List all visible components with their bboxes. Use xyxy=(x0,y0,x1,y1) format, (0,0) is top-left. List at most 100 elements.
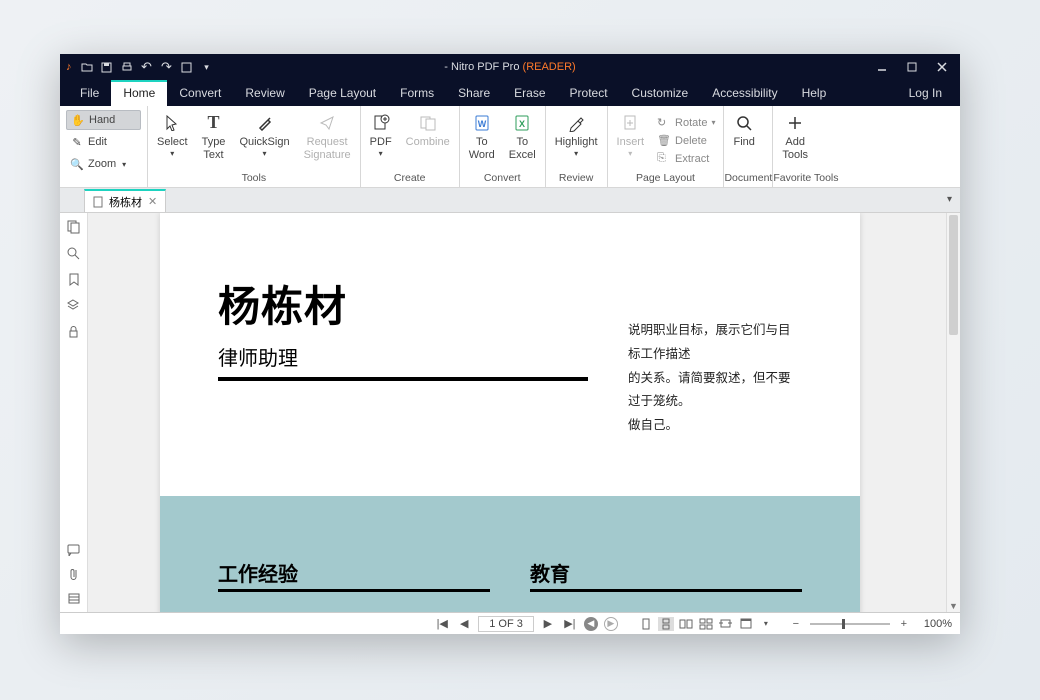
education-heading: 教育 xyxy=(530,558,802,592)
group-document: Find Document xyxy=(724,106,773,187)
nav-back-button[interactable]: ◀ xyxy=(584,617,598,631)
properties-icon[interactable] xyxy=(178,58,196,76)
search-panel-icon[interactable] xyxy=(66,245,82,261)
facing-view-icon[interactable] xyxy=(678,617,694,631)
scrollbar-thumb[interactable] xyxy=(949,215,958,335)
to-excel-button[interactable]: XTo Excel xyxy=(502,110,543,162)
menu-home[interactable]: Home xyxy=(111,80,167,106)
delete-icon: 🗑 xyxy=(657,134,671,147)
minimize-button[interactable] xyxy=(868,58,896,76)
group-create: PDF▾ Combine Create xyxy=(361,106,460,187)
tab-close-button[interactable]: ✕ xyxy=(148,195,157,208)
menu-file[interactable]: File xyxy=(68,80,111,106)
tab-dropdown-icon[interactable]: ▾ xyxy=(947,194,952,205)
next-page-button[interactable]: ▶ xyxy=(540,617,556,631)
menu-review[interactable]: Review xyxy=(233,80,296,106)
vertical-scrollbar[interactable]: ▲ ▼ xyxy=(946,213,960,612)
app-window: ♪ ↶ ↷ ▾ - Nitro PDF Pro (READER) File Ho… xyxy=(60,54,960,634)
print-icon[interactable] xyxy=(118,58,136,76)
menu-customize[interactable]: Customize xyxy=(620,80,701,106)
rotate-button[interactable]: ↻Rotate▾ xyxy=(657,114,715,131)
group-favorite: Add Tools Favorite Tools xyxy=(773,106,838,187)
insert-icon xyxy=(622,112,638,134)
output-panel-icon[interactable] xyxy=(66,590,82,606)
group-page-layout: Insert▾ ↻Rotate▾ 🗑Delete ⎘Extract Page L… xyxy=(608,106,725,187)
rotate-icon: ↻ xyxy=(657,116,671,129)
security-panel-icon[interactable] xyxy=(66,323,82,339)
document-tab[interactable]: 杨栋材 ✕ xyxy=(84,189,166,212)
layers-panel-icon[interactable] xyxy=(66,297,82,313)
typetext-button[interactable]: TType Text xyxy=(195,110,233,162)
svg-text:W: W xyxy=(478,119,487,129)
word-icon: W xyxy=(474,112,490,134)
continuous-view-icon[interactable] xyxy=(658,617,674,631)
menu-convert[interactable]: Convert xyxy=(167,80,233,106)
zoom-tool-button[interactable]: 🔍Zoom▾ xyxy=(66,154,141,174)
to-word-button[interactable]: WTo Word xyxy=(462,110,502,162)
title-bar: ♪ ↶ ↷ ▾ - Nitro PDF Pro (READER) xyxy=(60,54,960,80)
menu-page-layout[interactable]: Page Layout xyxy=(297,80,388,106)
pen-icon xyxy=(257,112,273,134)
menu-erase[interactable]: Erase xyxy=(502,80,557,106)
find-button[interactable]: Find xyxy=(726,110,761,149)
pdf-button[interactable]: PDF▾ xyxy=(363,110,399,159)
first-page-button[interactable]: |◀ xyxy=(434,617,450,631)
facing-continuous-view-icon[interactable] xyxy=(698,617,714,631)
highlight-button[interactable]: Highlight▾ xyxy=(548,110,605,159)
extract-button[interactable]: ⎘Extract xyxy=(657,150,715,167)
prev-page-button[interactable]: ◀ xyxy=(456,617,472,631)
group-convert: WTo Word XTo Excel Convert xyxy=(460,106,546,187)
edit-tool-button[interactable]: ✎Edit xyxy=(66,132,141,152)
fullscreen-icon[interactable] xyxy=(738,617,754,631)
group-label-pagelayout: Page Layout xyxy=(608,170,724,187)
zoom-icon: 🔍 xyxy=(70,158,84,171)
qat-dropdown-icon[interactable]: ▾ xyxy=(198,58,216,76)
last-page-button[interactable]: ▶| xyxy=(562,617,578,631)
open-icon[interactable] xyxy=(78,58,96,76)
delete-button[interactable]: 🗑Delete xyxy=(657,132,715,149)
maximize-button[interactable] xyxy=(898,58,926,76)
combine-button[interactable]: Combine xyxy=(399,110,457,149)
pdf-icon xyxy=(372,112,390,134)
excel-icon: X xyxy=(514,112,530,134)
close-button[interactable] xyxy=(928,58,956,76)
save-icon[interactable] xyxy=(98,58,116,76)
add-tools-button[interactable]: Add Tools xyxy=(775,110,815,162)
request-signature-button[interactable]: Request Signature xyxy=(297,110,358,162)
menu-help[interactable]: Help xyxy=(790,80,839,106)
zoom-in-button[interactable]: + xyxy=(896,617,912,631)
group-label-tools: Tools xyxy=(148,170,360,187)
fit-width-icon[interactable] xyxy=(718,617,734,631)
group-label-document: Document xyxy=(724,170,772,187)
menu-protect[interactable]: Protect xyxy=(558,80,620,106)
zoom-out-button[interactable]: − xyxy=(788,617,804,631)
login-link[interactable]: Log In xyxy=(899,86,952,100)
document-viewport[interactable]: 杨栋材 律师助理 说明职业目标，展示它们与目标工作描述 的关系。请简要叙述，但不… xyxy=(88,213,960,612)
experience-heading: 工作经验 xyxy=(218,558,490,592)
view-dropdown-icon[interactable]: ▾ xyxy=(758,617,774,631)
select-button[interactable]: Select▾ xyxy=(150,110,195,159)
resume-name: 杨栋材 xyxy=(218,273,588,334)
single-page-view-icon[interactable] xyxy=(638,617,654,631)
menu-accessibility[interactable]: Accessibility xyxy=(700,80,789,106)
insert-button[interactable]: Insert▾ xyxy=(610,110,652,159)
svg-text:X: X xyxy=(519,119,525,129)
comments-panel-icon[interactable] xyxy=(66,542,82,558)
quicksign-button[interactable]: QuickSign▾ xyxy=(232,110,296,159)
menu-share[interactable]: Share xyxy=(446,80,502,106)
document-tab-name: 杨栋材 xyxy=(109,194,142,210)
hand-tool-button[interactable]: ✋Hand xyxy=(66,110,141,130)
undo-icon[interactable]: ↶ xyxy=(138,58,156,76)
highlighter-icon xyxy=(567,112,585,134)
ribbon-quickaccess: ✋Hand ✎Edit 🔍Zoom▾ xyxy=(60,106,148,187)
resume-objective: 说明职业目标，展示它们与目标工作描述 的关系。请简要叙述，但不要过于笼统。 做自… xyxy=(628,273,802,438)
group-label-create: Create xyxy=(361,170,459,187)
zoom-level: 100% xyxy=(924,618,952,630)
attachments-panel-icon[interactable] xyxy=(66,566,82,582)
bookmarks-panel-icon[interactable] xyxy=(66,271,82,287)
menu-forms[interactable]: Forms xyxy=(388,80,446,106)
redo-icon[interactable]: ↷ xyxy=(158,58,176,76)
zoom-slider[interactable] xyxy=(810,623,890,625)
nav-forward-button[interactable]: ▶ xyxy=(604,617,618,631)
pages-panel-icon[interactable] xyxy=(66,219,82,235)
